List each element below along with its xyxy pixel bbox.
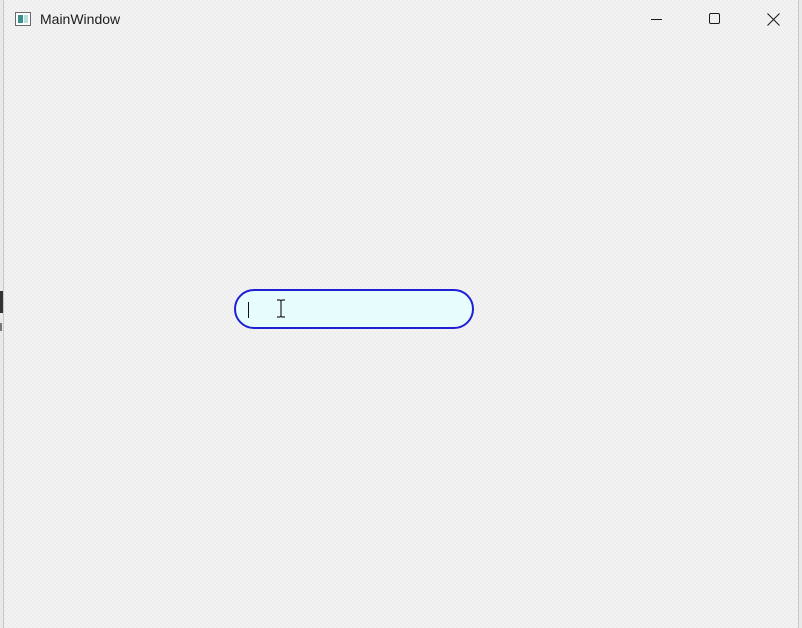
app-window-icon[interactable] xyxy=(15,12,31,26)
title-bar[interactable]: MainWindow xyxy=(4,0,798,38)
close-button[interactable] xyxy=(750,0,796,38)
left-edge-tick xyxy=(0,323,2,331)
main-window: MainWindow xyxy=(3,0,799,628)
window-title: MainWindow xyxy=(40,11,121,27)
maximize-button[interactable] xyxy=(692,0,738,38)
ibeam-cursor-icon xyxy=(277,299,285,318)
text-caret xyxy=(248,302,249,318)
rounded-text-input[interactable] xyxy=(234,289,474,329)
maximize-icon xyxy=(709,13,720,24)
close-icon xyxy=(766,12,780,26)
minimize-icon xyxy=(651,19,662,20)
minimize-button[interactable] xyxy=(634,0,680,38)
